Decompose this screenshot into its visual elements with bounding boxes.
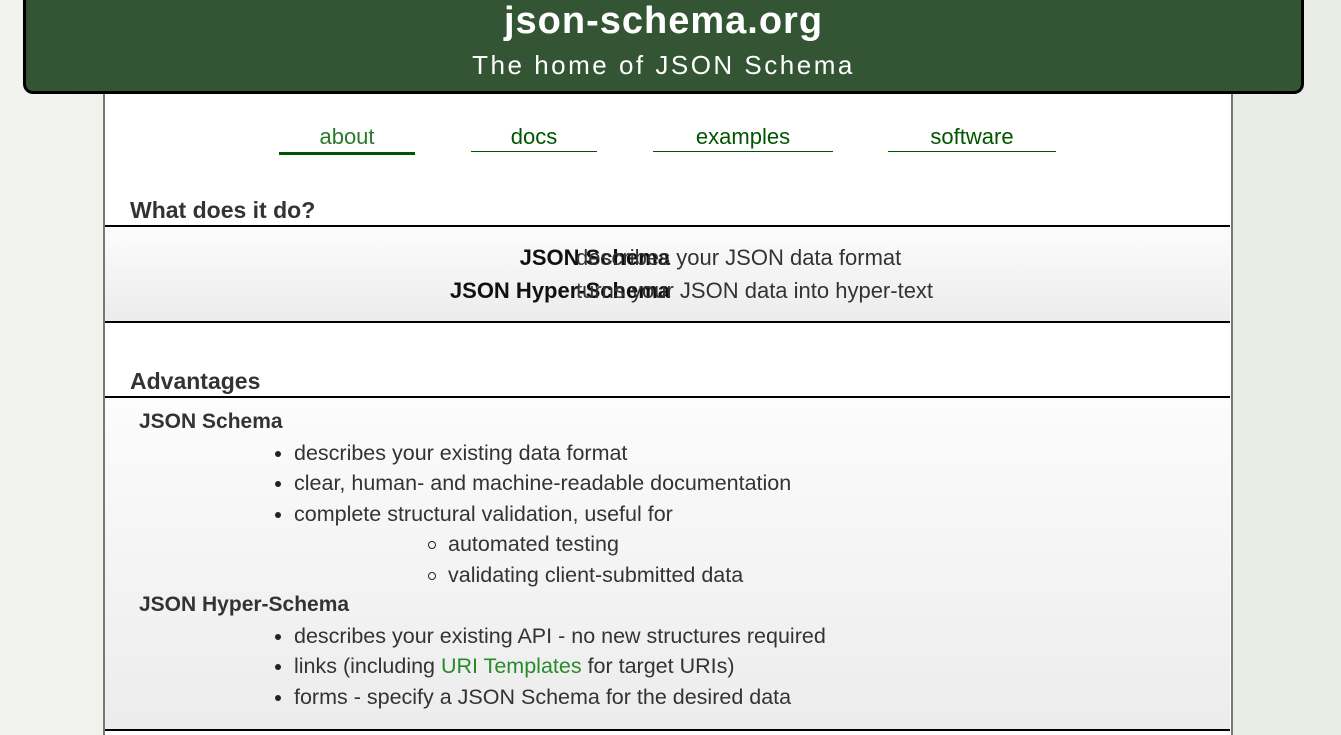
bullet-icon xyxy=(275,451,281,457)
list-item: describes your existing API - no new str… xyxy=(275,624,826,649)
list-item-text: describes your existing data format xyxy=(294,441,628,465)
section-heading-advantages: Advantages xyxy=(130,368,261,394)
list-item-text-after: for target URIs) xyxy=(581,654,735,678)
bullet-icon xyxy=(275,512,281,518)
list-item: describes your existing data format xyxy=(275,441,628,466)
bullet-icon xyxy=(275,695,281,701)
summary-desc: turns your JSON data into hyper-text xyxy=(576,278,934,303)
list-item: links (including URI Templates for targe… xyxy=(275,654,735,679)
summary-desc: describes your JSON data format xyxy=(576,245,902,270)
list-item-text: automated testing xyxy=(448,532,619,556)
nav-link-examples[interactable]: examples xyxy=(653,124,833,152)
sub-list-item: validating client-submitted data xyxy=(428,563,744,588)
list-item: clear, human- and machine-readable docum… xyxy=(275,471,792,496)
site-subtitle: The home of JSON Schema xyxy=(472,50,855,80)
advantage-group-title: JSON Schema xyxy=(139,410,283,433)
section-heading-what: What does it do? xyxy=(130,197,316,223)
advantage-group-title: JSON Hyper-Schema xyxy=(139,593,350,616)
circle-bullet-icon xyxy=(428,572,436,580)
list-item: complete structural validation, useful f… xyxy=(275,502,673,527)
list-item-text: forms - specify a JSON Schema for the de… xyxy=(294,685,792,709)
site-title[interactable]: json-schema.org xyxy=(26,0,1301,43)
nav-link-about[interactable]: about xyxy=(279,124,415,155)
list-item-text-before: links (including xyxy=(294,654,441,678)
site-header: json-schema.org The home of JSON Schema xyxy=(23,0,1304,94)
list-item-text: validating client-submitted data xyxy=(448,563,744,587)
list-item: forms - specify a JSON Schema for the de… xyxy=(275,685,792,710)
bullet-icon xyxy=(275,481,281,487)
what-section-box xyxy=(105,225,1230,323)
bullet-icon xyxy=(275,634,281,640)
list-item-text: complete structural validation, useful f… xyxy=(294,502,673,526)
bullet-icon xyxy=(275,664,281,670)
circle-bullet-icon xyxy=(428,541,436,549)
list-item-text: clear, human- and machine-readable docum… xyxy=(294,471,792,495)
uri-templates-link[interactable]: URI Templates xyxy=(441,654,582,678)
nav-link-software[interactable]: software xyxy=(888,124,1056,152)
sub-list-item: automated testing xyxy=(428,532,619,557)
nav-link-docs[interactable]: docs xyxy=(471,124,597,152)
list-item-text: describes your existing API - no new str… xyxy=(294,624,826,648)
